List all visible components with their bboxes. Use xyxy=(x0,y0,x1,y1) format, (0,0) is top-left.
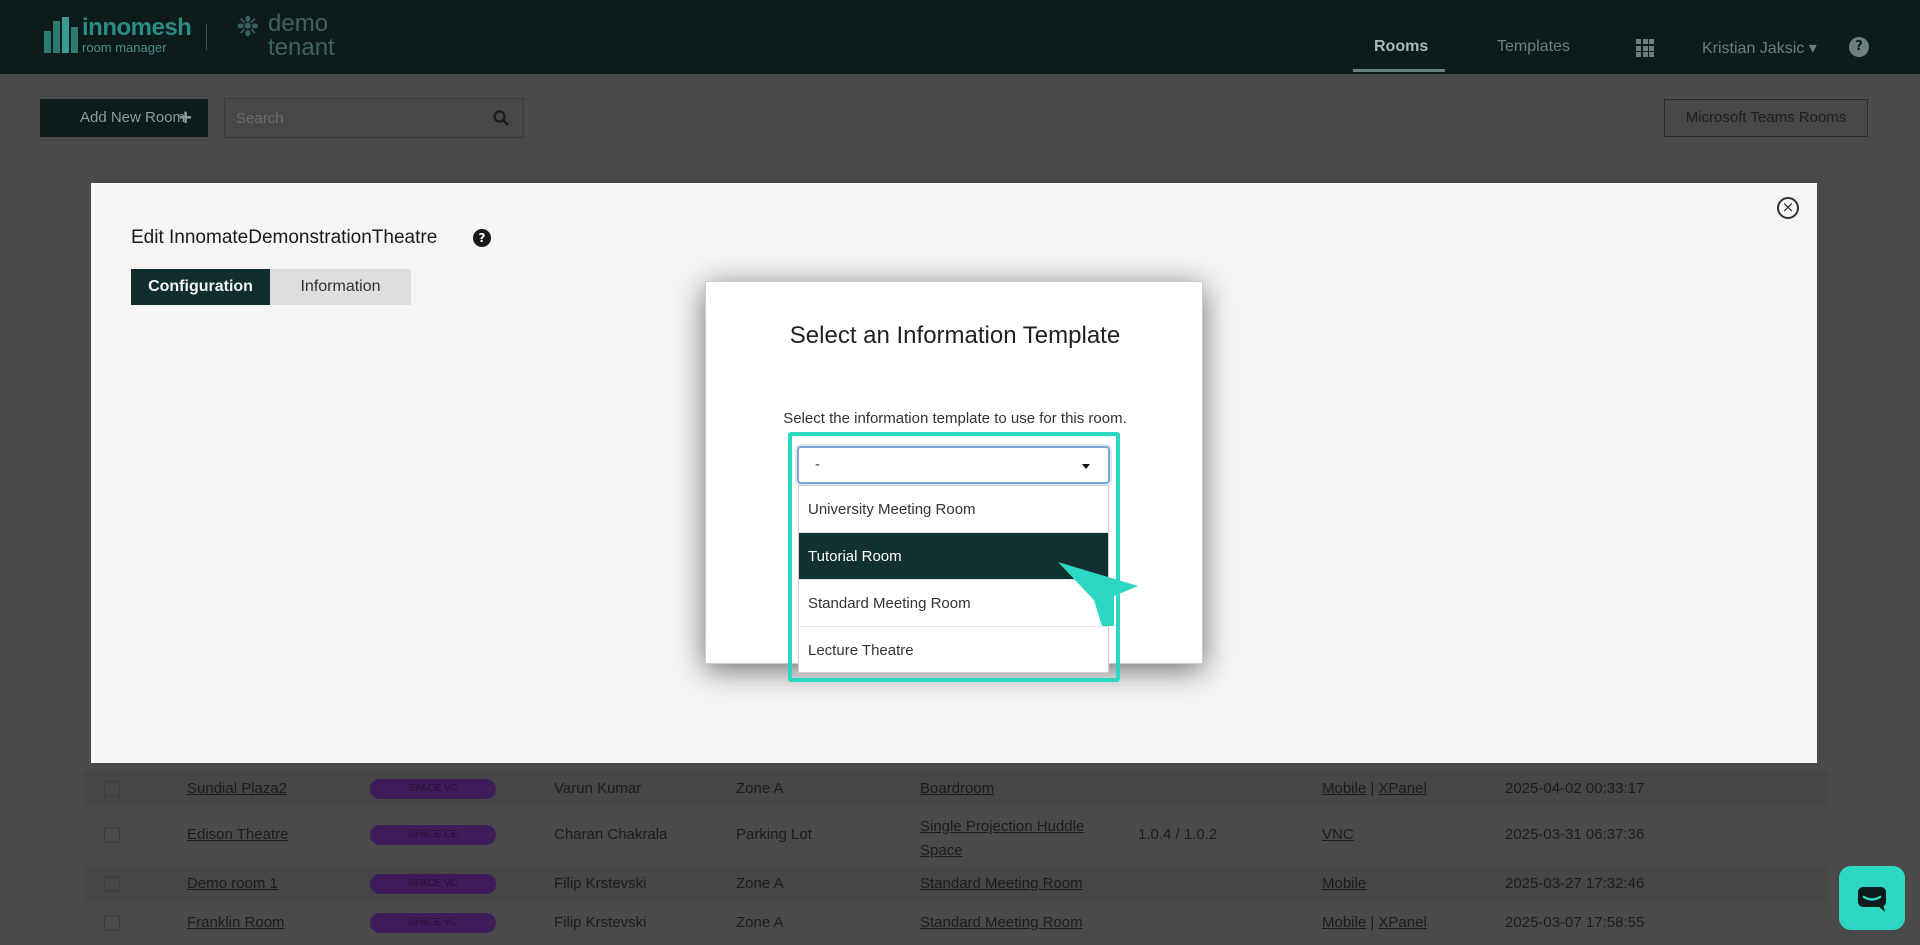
microsoft-teams-rooms-button[interactable]: Microsoft Teams Rooms xyxy=(1664,99,1868,137)
zone-cell: Parking Lot xyxy=(736,826,812,843)
table-row: Sundial Plaza2 SPACE VC Varun Kumar Zone A B… xyxy=(84,772,1828,806)
status-badge: SPACE VC xyxy=(370,913,496,933)
template-link[interactable]: Boardroom xyxy=(920,780,994,797)
template-link[interactable]: Single Projection Huddle Space xyxy=(920,815,1110,863)
control-links: VNC xyxy=(1322,826,1354,843)
owner-cell: Varun Kumar xyxy=(554,780,642,797)
updated-cell: 2025-04-02 00:33:17 xyxy=(1505,780,1645,797)
room-name-link[interactable]: Demo room 1 xyxy=(187,875,278,892)
nav-rooms[interactable]: Rooms xyxy=(1374,38,1428,56)
template-link[interactable]: Standard Meeting Room xyxy=(920,875,1083,892)
owner-cell: Filip Krstevski xyxy=(554,875,647,892)
innomesh-logo-icon xyxy=(44,17,78,53)
template-link[interactable]: Standard Meeting Room xyxy=(920,914,1083,931)
room-name-link[interactable]: Sundial Plaza2 xyxy=(187,780,287,797)
room-name-link[interactable]: Franklin Room xyxy=(187,914,285,931)
dialog-description: Select the information template to use f… xyxy=(783,410,1127,427)
zone-cell: Zone A xyxy=(736,780,784,797)
brand-name: innomesh xyxy=(82,14,192,41)
table-row: Edison Theatre SPACE CE Charan Chakrala Par… xyxy=(84,810,1828,860)
control-link[interactable]: Mobile xyxy=(1322,780,1366,797)
nav-templates[interactable]: Templates xyxy=(1497,38,1570,56)
room-name-link[interactable]: Edison Theatre xyxy=(187,826,288,843)
template-select-value: - xyxy=(815,456,820,473)
chat-widget-button[interactable] xyxy=(1839,866,1905,930)
row-checkbox[interactable] xyxy=(104,827,120,843)
add-new-room-button[interactable]: Add New Room + xyxy=(40,99,208,137)
nav-active-indicator xyxy=(1353,69,1445,72)
version-cell: 1.0.4 / 1.0.2 xyxy=(1138,826,1218,843)
plus-icon: + xyxy=(179,105,192,130)
zone-cell: Zone A xyxy=(736,914,784,931)
status-badge: SPACE VC xyxy=(370,874,496,894)
dialog-title: Select an Information Template xyxy=(789,322,1121,349)
updated-cell: 2025-03-07 17:58:55 xyxy=(1505,914,1645,931)
top-navbar: innomesh room manager ❉ demo tenant Room… xyxy=(0,0,1920,74)
option-university-meeting-room[interactable]: University Meeting Room xyxy=(799,486,1108,533)
table-row: Franklin Room SPACE VC Filip Krstevski Zone… xyxy=(84,906,1828,940)
search-box xyxy=(224,98,524,138)
innomesh-logo[interactable]: innomesh room manager xyxy=(44,14,192,55)
row-checkbox[interactable] xyxy=(104,781,120,797)
chat-bubble-icon xyxy=(1858,887,1886,912)
control-links: Mobile xyxy=(1322,875,1366,892)
control-link[interactable]: VNC xyxy=(1322,826,1354,843)
snowflake-icon: ❉ xyxy=(236,10,260,43)
control-links: Mobile | XPanel xyxy=(1322,914,1427,931)
pointer-cursor-icon xyxy=(1058,562,1138,626)
brand-subtitle: room manager xyxy=(82,40,167,55)
user-menu[interactable]: Kristian Jaksic ▾ xyxy=(1702,38,1817,58)
updated-cell: 2025-03-27 17:32:46 xyxy=(1505,875,1645,892)
logo-divider xyxy=(206,24,207,50)
zone-cell: Zone A xyxy=(736,875,784,892)
search-icon[interactable] xyxy=(493,110,509,126)
table-row: Demo room 1 SPACE VC Filip Krstevski Zone A… xyxy=(84,867,1828,901)
control-link[interactable]: Mobile xyxy=(1322,875,1366,892)
control-link[interactable]: Mobile xyxy=(1322,914,1366,931)
apps-grid-icon[interactable] xyxy=(1636,39,1654,57)
option-lecture-theatre[interactable]: Lecture Theatre xyxy=(799,627,1108,672)
owner-cell: Filip Krstevski xyxy=(554,914,647,931)
status-badge: SPACE CE xyxy=(370,825,496,845)
tenant-name: demo tenant xyxy=(268,10,335,61)
control-link[interactable]: XPanel xyxy=(1378,780,1426,797)
add-new-room-label: Add New Room xyxy=(79,109,186,126)
tenant-logo: ❉ demo tenant xyxy=(236,12,348,60)
updated-cell: 2025-03-31 06:37:36 xyxy=(1505,826,1645,843)
row-checkbox[interactable] xyxy=(104,915,120,931)
control-link[interactable]: XPanel xyxy=(1378,914,1426,931)
control-links: Mobile | XPanel xyxy=(1322,780,1427,797)
status-badge: SPACE VC xyxy=(370,779,496,799)
help-icon[interactable]: ? xyxy=(1849,37,1869,57)
caret-down-icon xyxy=(1082,464,1090,469)
search-input[interactable] xyxy=(225,99,475,137)
owner-cell: Charan Chakrala xyxy=(554,826,668,843)
row-checkbox[interactable] xyxy=(104,876,120,892)
template-select[interactable]: - xyxy=(797,446,1110,484)
